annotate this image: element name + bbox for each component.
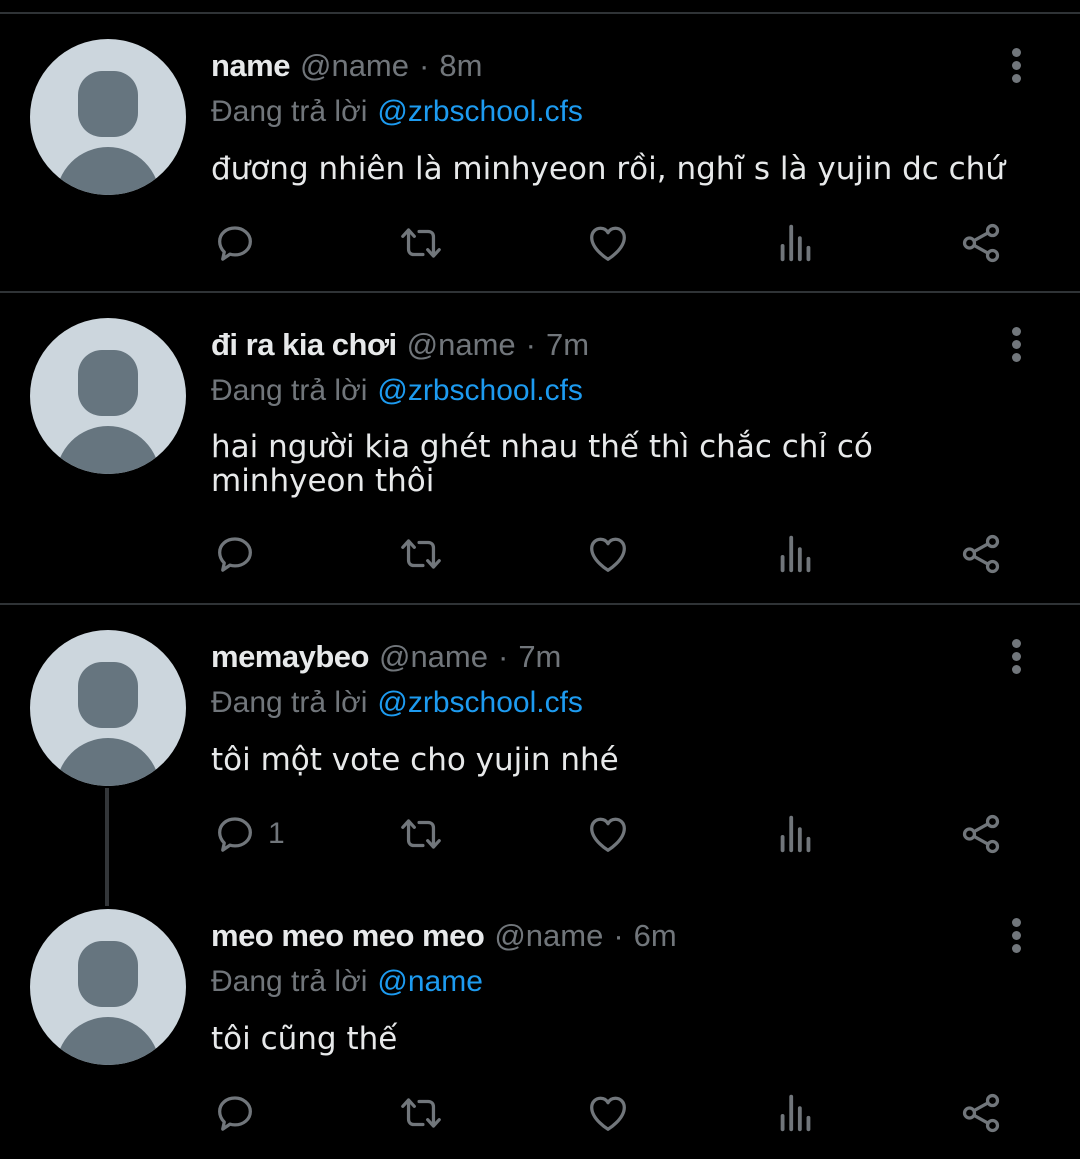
more-vertical-icon[interactable] bbox=[1006, 325, 1028, 365]
bar-chart-icon bbox=[773, 811, 819, 857]
share-button[interactable] bbox=[958, 1088, 1004, 1138]
retweet-button[interactable] bbox=[398, 529, 444, 579]
tweet-divider bbox=[0, 603, 1080, 605]
bar-chart-icon bbox=[773, 220, 819, 266]
retweet-icon bbox=[398, 220, 444, 266]
like-button[interactable] bbox=[585, 809, 631, 859]
display-name[interactable]: name bbox=[211, 48, 290, 84]
share-button[interactable] bbox=[958, 529, 1004, 579]
avatar[interactable] bbox=[30, 909, 186, 1065]
bar-chart-icon bbox=[773, 1090, 819, 1136]
action-bar: 1 bbox=[0, 809, 1080, 859]
tweet-header: đi ra kia chơi @name · 7m bbox=[211, 325, 589, 365]
handle[interactable]: @name bbox=[494, 918, 603, 954]
timestamp[interactable]: 8m bbox=[439, 48, 482, 84]
tweet-divider bbox=[0, 291, 1080, 293]
more-vertical-icon[interactable] bbox=[1006, 916, 1028, 956]
comment-icon bbox=[212, 1090, 258, 1136]
replying-to-link[interactable]: @zrbschool.cfs bbox=[377, 686, 583, 720]
handle[interactable]: @name bbox=[379, 639, 488, 675]
tweet-text: đương nhiên là minhyeon rồi, nghĩ s là y… bbox=[211, 151, 1005, 187]
reply-button[interactable]: 1 bbox=[212, 809, 285, 859]
display-name[interactable]: memaybeo bbox=[211, 639, 369, 675]
retweet-button[interactable] bbox=[398, 1088, 444, 1138]
retweet-button[interactable] bbox=[398, 218, 444, 268]
replying-to-label: Đang trả lời bbox=[211, 686, 368, 719]
avatar[interactable] bbox=[30, 39, 186, 195]
comment-icon bbox=[212, 531, 258, 577]
tweet-text: tôi cũng thế bbox=[211, 1021, 398, 1057]
tweet-text: tôi một vote cho yujin nhé bbox=[211, 742, 619, 778]
avatar[interactable] bbox=[30, 630, 186, 786]
views-button[interactable] bbox=[773, 1088, 819, 1138]
tweet-header: name @name · 8m bbox=[211, 46, 482, 86]
top-divider bbox=[0, 12, 1080, 14]
views-button[interactable] bbox=[773, 218, 819, 268]
separator-dot: · bbox=[419, 48, 430, 83]
replying-to: Đang trả lời @zrbschool.cfs bbox=[211, 92, 583, 132]
more-vertical-icon[interactable] bbox=[1006, 46, 1028, 86]
share-button[interactable] bbox=[958, 218, 1004, 268]
retweet-icon bbox=[398, 531, 444, 577]
replying-to: Đang trả lời @zrbschool.cfs bbox=[211, 371, 583, 411]
reply-button[interactable] bbox=[212, 529, 268, 579]
reply-button[interactable] bbox=[212, 1088, 268, 1138]
tweet-header: memaybeo @name · 7m bbox=[211, 637, 561, 677]
like-button[interactable] bbox=[585, 1088, 631, 1138]
views-button[interactable] bbox=[773, 809, 819, 859]
handle[interactable]: @name bbox=[300, 48, 409, 84]
retweet-icon bbox=[398, 1090, 444, 1136]
share-icon bbox=[958, 811, 1004, 857]
bar-chart-icon bbox=[773, 531, 819, 577]
handle[interactable]: @name bbox=[407, 327, 516, 363]
more-vertical-icon[interactable] bbox=[1006, 637, 1028, 677]
replying-to-link[interactable]: @zrbschool.cfs bbox=[377, 95, 583, 129]
separator-dot: · bbox=[613, 918, 624, 953]
heart-icon bbox=[585, 1090, 631, 1136]
like-button[interactable] bbox=[585, 218, 631, 268]
separator-dot: · bbox=[525, 327, 536, 362]
replying-to-label: Đang trả lời bbox=[211, 374, 368, 407]
action-bar bbox=[0, 529, 1080, 579]
display-name[interactable]: meo meo meo meo bbox=[211, 918, 485, 954]
replying-to-label: Đang trả lời bbox=[211, 965, 368, 998]
tweet-text: hai người kia ghét nhau thế thì chắc chỉ… bbox=[211, 429, 873, 499]
separator-dot: · bbox=[497, 639, 509, 674]
comment-icon bbox=[212, 220, 258, 266]
timestamp[interactable]: 7m bbox=[518, 639, 561, 675]
timestamp[interactable]: 7m bbox=[546, 327, 589, 363]
retweet-icon bbox=[398, 811, 444, 857]
avatar[interactable] bbox=[30, 318, 186, 474]
share-button[interactable] bbox=[958, 809, 1004, 859]
views-button[interactable] bbox=[773, 529, 819, 579]
action-bar bbox=[0, 1088, 1080, 1138]
reply-count: 1 bbox=[268, 817, 285, 850]
replying-to-label: Đang trả lời bbox=[211, 95, 368, 128]
share-icon bbox=[958, 531, 1004, 577]
heart-icon bbox=[585, 220, 631, 266]
replying-to: Đang trả lời @zrbschool.cfs bbox=[211, 683, 583, 723]
reply-button[interactable] bbox=[212, 218, 268, 268]
tweet-header: meo meo meo meo @name · 6m bbox=[211, 916, 677, 956]
heart-icon bbox=[585, 811, 631, 857]
share-icon bbox=[958, 1090, 1004, 1136]
replying-to-link[interactable]: @zrbschool.cfs bbox=[377, 374, 583, 408]
replying-to-link[interactable]: @name bbox=[377, 965, 483, 999]
timestamp[interactable]: 6m bbox=[634, 918, 677, 954]
comment-icon bbox=[212, 811, 258, 857]
share-icon bbox=[958, 220, 1004, 266]
heart-icon bbox=[585, 531, 631, 577]
display-name[interactable]: đi ra kia chơi bbox=[211, 327, 397, 363]
retweet-button[interactable] bbox=[398, 809, 444, 859]
action-bar bbox=[0, 218, 1080, 268]
like-button[interactable] bbox=[585, 529, 631, 579]
replying-to: Đang trả lời @name bbox=[211, 962, 483, 1002]
